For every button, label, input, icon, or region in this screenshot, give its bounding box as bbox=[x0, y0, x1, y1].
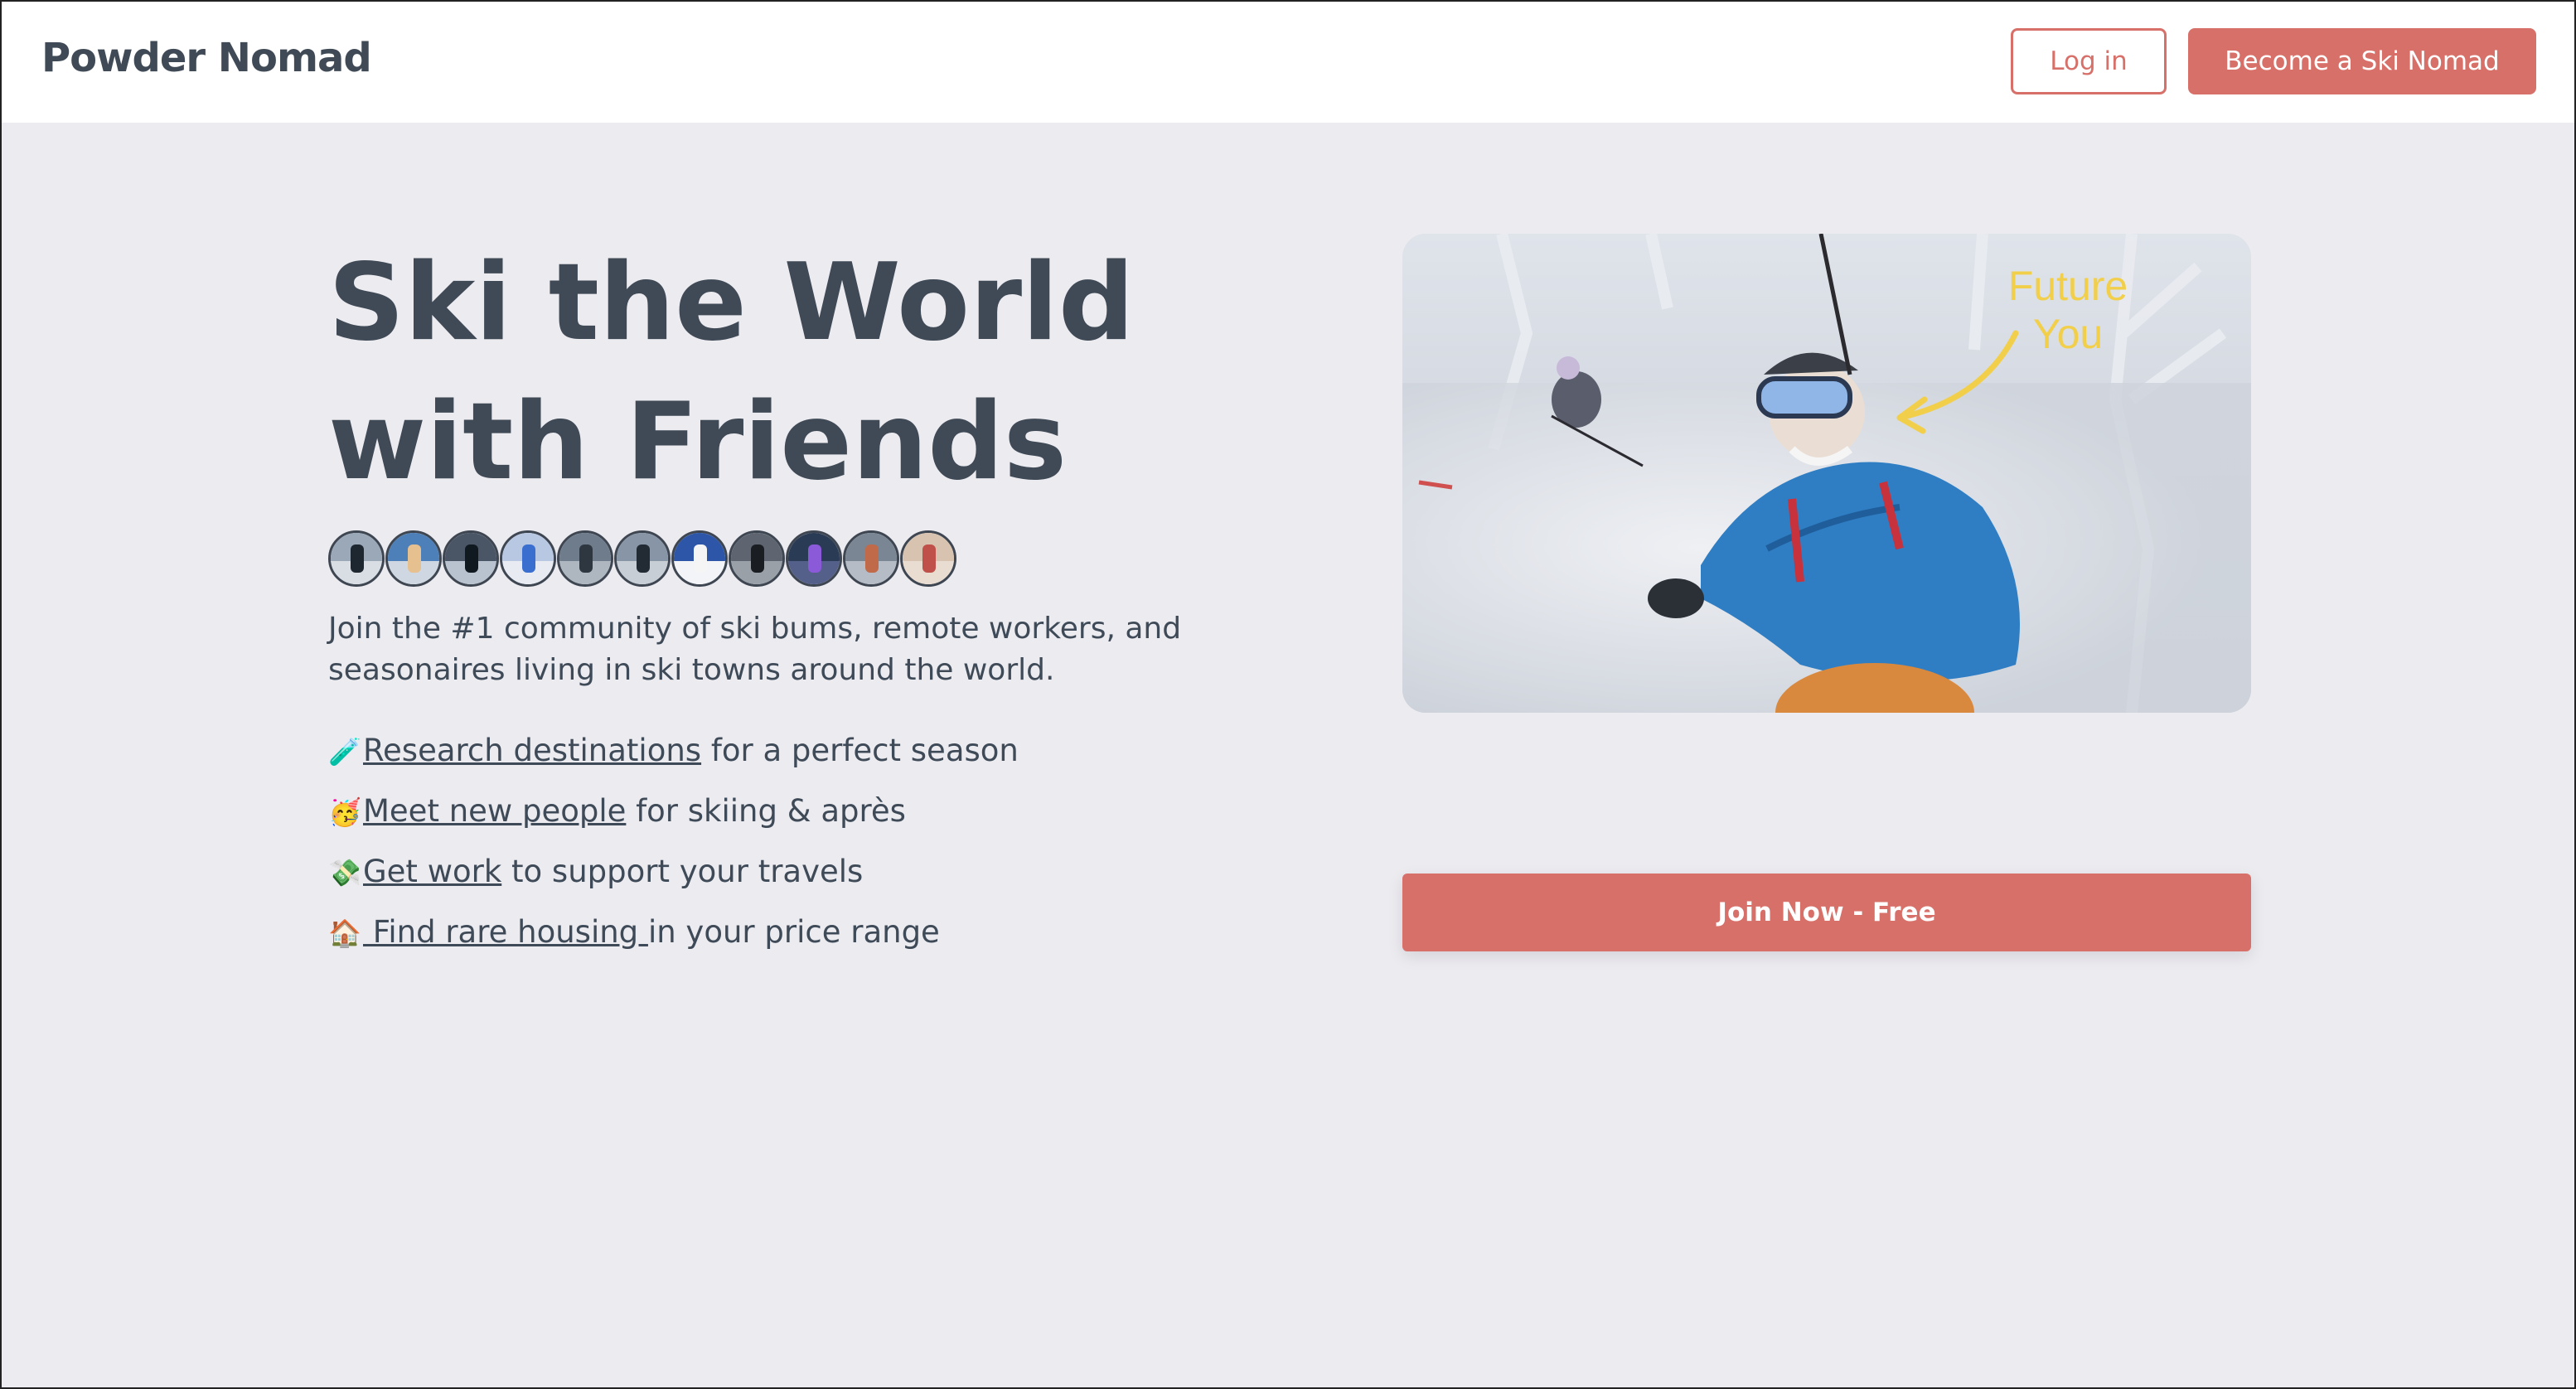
avatar bbox=[729, 530, 785, 587]
top-navigation-bar: Powder Nomad Log in Become a Ski Nomad bbox=[2, 2, 2574, 123]
money-wings-icon: 💸 bbox=[328, 857, 361, 888]
feature-text: for a perfect season bbox=[701, 733, 1019, 768]
annotation-line2: You bbox=[2033, 311, 2103, 357]
become-ski-nomad-button[interactable]: Become a Ski Nomad bbox=[2188, 28, 2536, 94]
join-now-button[interactable]: Join Now - Free bbox=[1402, 874, 2251, 951]
feature-item-research: 🧪Research destinations for a perfect sea… bbox=[328, 721, 1019, 782]
meet-new-people-link[interactable]: Meet new people bbox=[363, 793, 626, 829]
hero-intro-text: Join the #1 community of ski bums, remot… bbox=[328, 612, 1182, 687]
brand-logo[interactable]: Powder Nomad bbox=[41, 35, 372, 81]
avatar bbox=[900, 530, 956, 587]
hero-title-line2: with Friends bbox=[328, 380, 1067, 504]
avatar bbox=[385, 530, 442, 587]
avatar bbox=[500, 530, 556, 587]
feature-text: for skiing & après bbox=[626, 793, 906, 829]
hero-title: Ski the World with Friends bbox=[328, 234, 1323, 512]
login-button[interactable]: Log in bbox=[2011, 28, 2167, 94]
research-destinations-link[interactable]: Research destinations bbox=[363, 733, 701, 768]
member-avatar-row bbox=[328, 530, 957, 587]
feature-item-meet: 🥳Meet new people for skiing & après bbox=[328, 782, 1019, 842]
avatar bbox=[843, 530, 899, 587]
feature-text: in your price range bbox=[647, 914, 940, 950]
test-tube-icon: 🧪 bbox=[328, 736, 361, 767]
feature-list: 🧪Research destinations for a perfect sea… bbox=[328, 721, 1019, 963]
hero-video-image[interactable]: Future You bbox=[1402, 234, 2251, 713]
avatar bbox=[671, 530, 728, 587]
skier-photo: Future You bbox=[1402, 234, 2251, 713]
feature-item-work: 💸Get work to support your travels bbox=[328, 842, 1019, 903]
avatar bbox=[786, 530, 842, 587]
party-face-icon: 🥳 bbox=[328, 796, 361, 828]
avatar bbox=[443, 530, 499, 587]
avatar bbox=[328, 530, 385, 587]
annotation-line1: Future bbox=[2008, 263, 2128, 309]
hero-title-line1: Ski the World bbox=[328, 241, 1135, 365]
avatar bbox=[614, 530, 671, 587]
feature-text: to support your travels bbox=[501, 854, 864, 889]
house-icon: 🏠 bbox=[328, 917, 361, 949]
feature-item-housing: 🏠 Find rare housing in your price range bbox=[328, 903, 1019, 963]
find-rare-housing-link[interactable]: Find rare housing bbox=[363, 914, 648, 950]
avatar bbox=[557, 530, 613, 587]
get-work-link[interactable]: Get work bbox=[363, 854, 501, 889]
